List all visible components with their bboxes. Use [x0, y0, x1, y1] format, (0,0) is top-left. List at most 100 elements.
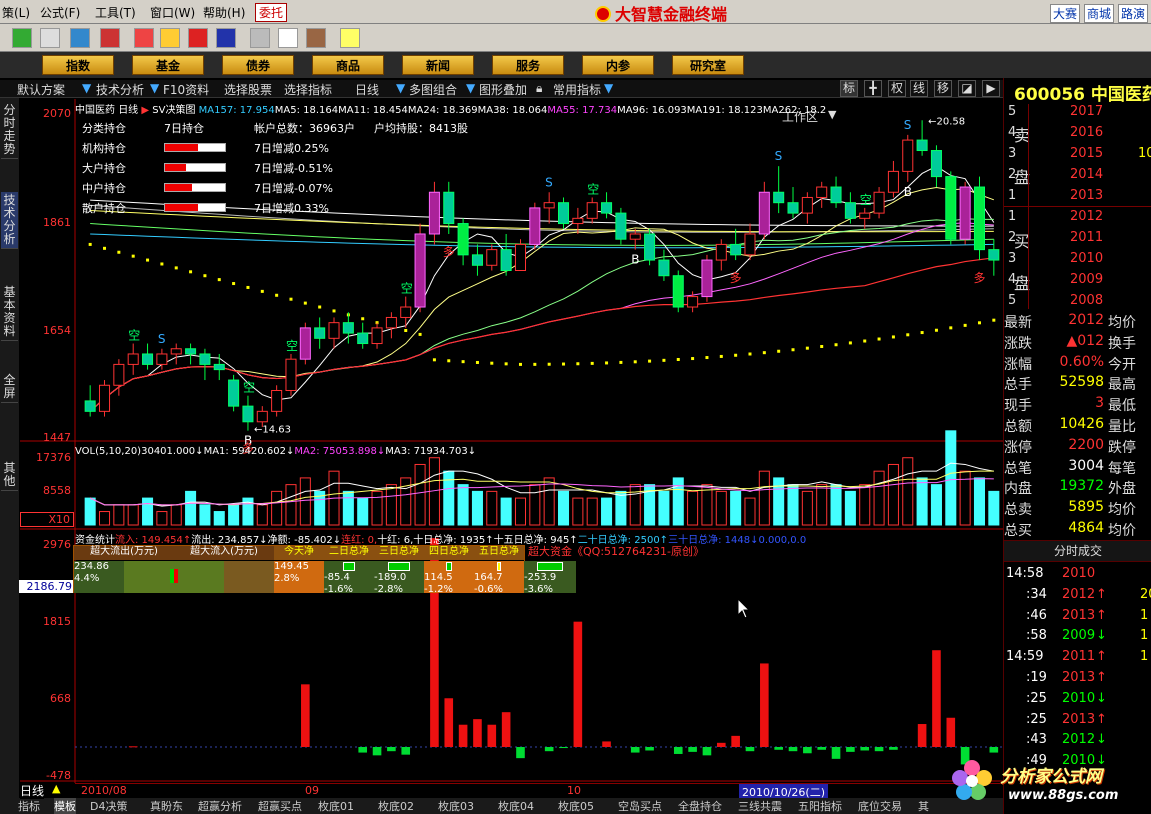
multi-chart-select[interactable]: 多图组合: [409, 81, 457, 98]
bottom-tab[interactable]: 超赢分析: [198, 798, 242, 814]
bottom-tab[interactable]: 空岛买点: [618, 798, 662, 814]
list-icon[interactable]: [40, 28, 60, 48]
move-button[interactable]: 移: [934, 80, 952, 97]
tab-intraday[interactable]: 分时走势: [1, 102, 18, 159]
ticks-title[interactable]: 分时成交: [1004, 540, 1151, 562]
candle-body: [142, 353, 154, 365]
bottom-tab[interactable]: 底位交易: [858, 798, 902, 814]
contest-link[interactable]: 大赛: [1050, 4, 1081, 23]
sar-dot: [791, 348, 795, 352]
window-icon[interactable]: [278, 28, 298, 48]
volume-bar: [830, 484, 842, 526]
bottom-tab[interactable]: 枚底02: [378, 798, 414, 814]
select-stock-button[interactable]: 选择股票: [224, 81, 272, 98]
menu-window[interactable]: 窗口(W): [150, 4, 195, 21]
candle-body: [127, 353, 139, 365]
lock-icon[interactable]: 🔒︎: [536, 81, 542, 96]
bottom-tab[interactable]: 枚底05: [558, 798, 594, 814]
period-select[interactable]: 日线: [355, 81, 379, 98]
volume-bar: [471, 490, 483, 526]
print-icon[interactable]: [250, 28, 270, 48]
candle-body: [902, 139, 914, 172]
dropdown-icon[interactable]: ▼: [150, 81, 159, 95]
nav-commodity[interactable]: 商品: [312, 55, 384, 75]
fund-tick: 2976: [43, 538, 71, 551]
scheme-select[interactable]: 默认方案: [17, 81, 65, 98]
volume-bar: [443, 470, 455, 526]
quote-icon[interactable]: [12, 28, 32, 48]
ma-legend-item: MA262: 18.2: [762, 105, 827, 115]
volume-bar: [299, 477, 311, 526]
tab-technical[interactable]: 技术分析: [1, 192, 18, 249]
nav-research[interactable]: 研究室: [672, 55, 744, 75]
delegate-button[interactable]: 委托: [255, 3, 288, 22]
tech-analysis-select[interactable]: 技术分析: [96, 81, 144, 98]
bottom-tab[interactable]: 其: [918, 798, 929, 814]
bottom-tab[interactable]: 枚底03: [438, 798, 474, 814]
dropdown-icon[interactable]: ▼: [82, 81, 91, 95]
bottom-tab[interactable]: 五阳指标: [798, 798, 842, 814]
menu-help[interactable]: 帮助(H): [203, 4, 245, 21]
candle-body: [486, 249, 498, 266]
signal-icon[interactable]: [134, 28, 154, 48]
volume-bar: [557, 490, 570, 526]
play-icon[interactable]: ▶: [982, 80, 1000, 97]
candle-body: [213, 363, 225, 371]
window-icon[interactable]: ◪: [958, 80, 976, 97]
line-button[interactable]: 线: [910, 80, 928, 97]
nav-bond[interactable]: 债券: [222, 55, 294, 75]
dropdown-icon[interactable]: ▼: [466, 81, 475, 95]
bottom-tab[interactable]: 模板: [54, 798, 76, 814]
crosshair-icon[interactable]: ╋: [864, 80, 882, 97]
dropdown-icon[interactable]: ▼: [396, 81, 405, 95]
f10-button[interactable]: F10资料: [163, 81, 209, 98]
mall-link[interactable]: 商城: [1084, 4, 1115, 23]
sar-dot: [863, 339, 867, 343]
bottom-tab[interactable]: D4决策: [90, 798, 127, 814]
link-icon[interactable]: [188, 28, 208, 48]
sar-dot: [174, 266, 178, 270]
select-indicator-button[interactable]: 选择指标: [284, 81, 332, 98]
bottom-tab[interactable]: 枚底04: [498, 798, 534, 814]
overlay-button[interactable]: 图形叠加: [479, 81, 527, 98]
common-indicator-select[interactable]: 常用指标: [553, 81, 601, 98]
bottom-tab[interactable]: 真盼东: [150, 798, 183, 814]
fund-col-header: 超大流入(万元): [174, 546, 274, 560]
nav-fund[interactable]: 基金: [132, 55, 204, 75]
menu-formula[interactable]: 公式(F): [40, 4, 80, 21]
binoculars-icon[interactable]: [70, 28, 90, 48]
bottom-tab[interactable]: 超赢买点: [258, 798, 302, 814]
tab-fullscreen[interactable]: 全屏: [1, 372, 18, 403]
fund-bar: [401, 747, 411, 755]
period-tab[interactable]: 日线: [20, 782, 45, 799]
stat-label-right: 外盘: [1108, 481, 1136, 498]
rights-button[interactable]: 权: [888, 80, 906, 97]
bottom-tab[interactable]: 指标: [18, 798, 40, 814]
roadshow-link[interactable]: 路演: [1118, 4, 1149, 23]
fund-bar: [630, 747, 640, 753]
sell-level: 1: [1008, 188, 1017, 203]
compass-icon[interactable]: [216, 28, 236, 48]
fund-col-header: 二日总净: [324, 546, 374, 560]
candle-body: [758, 191, 770, 235]
diamond-icon[interactable]: [160, 28, 180, 48]
bottom-tab[interactable]: 枚底01: [318, 798, 354, 814]
nav-index[interactable]: 指数: [42, 55, 114, 75]
help-icon[interactable]: [340, 28, 360, 48]
tab-other[interactable]: 其他: [1, 460, 18, 491]
bottom-tab[interactable]: 三线共震: [738, 798, 782, 814]
menu-tools[interactable]: 工具(T): [95, 4, 136, 21]
nav-insider[interactable]: 内参: [582, 55, 654, 75]
books-icon[interactable]: [306, 28, 326, 48]
nav-news[interactable]: 新闻: [402, 55, 474, 75]
nav-service[interactable]: 服务: [492, 55, 564, 75]
alarm-icon[interactable]: [100, 28, 120, 48]
sell-price: 2014: [1070, 167, 1104, 182]
bottom-tab[interactable]: 全盘持仓: [678, 798, 722, 814]
stat-label-right: 均价: [1108, 315, 1136, 331]
price-panel-header: 中国医药 日线 ▶ SV决策图 MA157: 17.954MA5: 18.164…: [75, 101, 1003, 115]
mark-button[interactable]: 标: [840, 80, 858, 97]
tab-fundamentals[interactable]: 基本资料: [1, 284, 18, 341]
dropdown-icon[interactable]: ▼: [604, 81, 613, 95]
menu-strategy[interactable]: 策(L): [2, 4, 30, 21]
